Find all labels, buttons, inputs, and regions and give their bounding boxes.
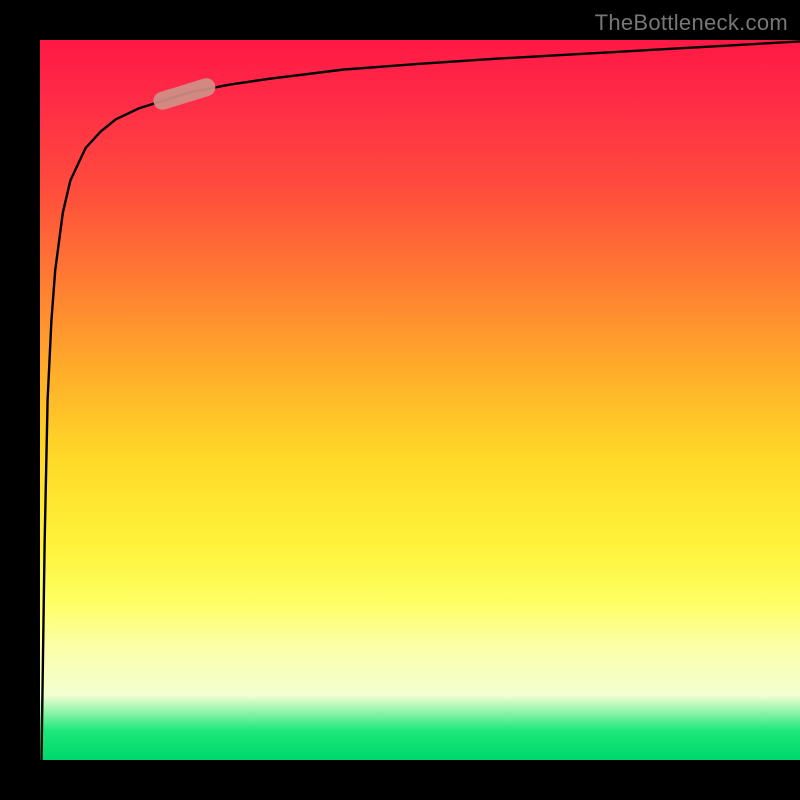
watermark-text: TheBottleneck.com: [595, 10, 788, 36]
chart-frame: TheBottleneck.com: [0, 0, 800, 800]
curve-highlight-segment: [151, 76, 217, 112]
curve-layer: [40, 40, 800, 760]
plot-area: [40, 40, 800, 760]
bottleneck-curve: [42, 41, 800, 760]
